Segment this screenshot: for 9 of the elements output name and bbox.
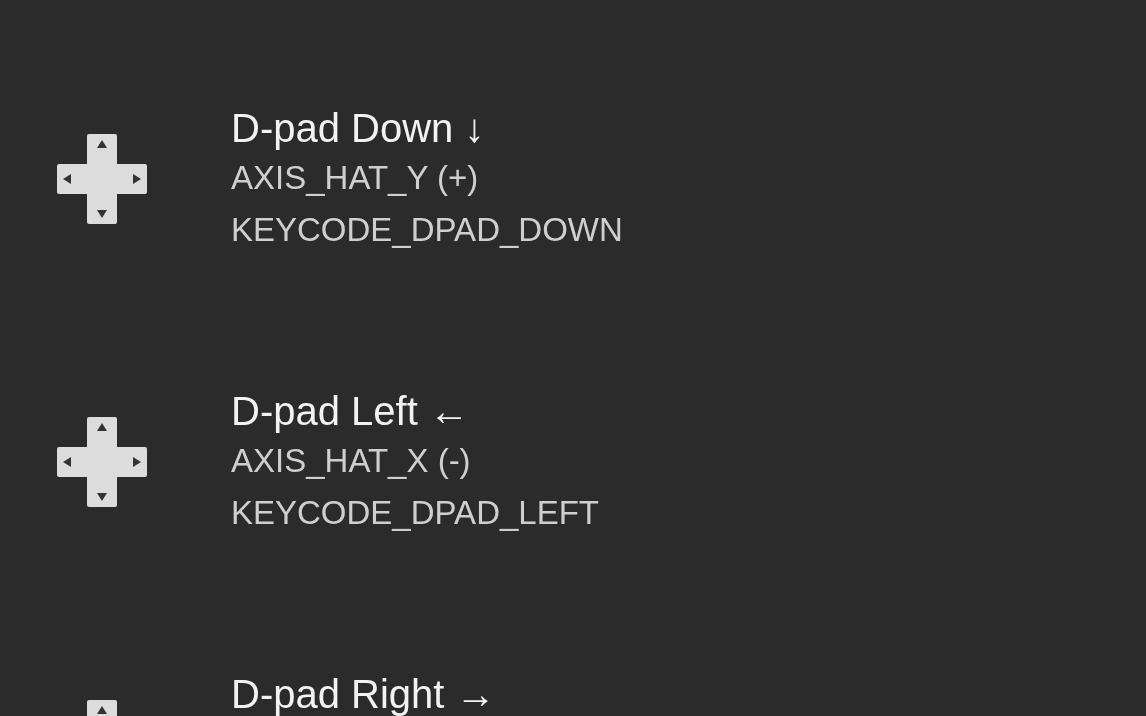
mapping-code: KEYCODE_DPAD_LEFT: [231, 493, 599, 533]
mapping-code: AXIS_HAT_X (-): [231, 441, 472, 481]
mapping-title: D-pad Down ↓: [231, 105, 486, 152]
dpad-icon: [57, 417, 147, 507]
mapping-title: D-pad Left ←: [231, 388, 470, 435]
mapping-code: KEYCODE_DPAD_DOWN: [231, 210, 623, 250]
mapping-code: AXIS_HAT_Y (+): [231, 158, 480, 198]
mapping-title: D-pad Right →: [231, 671, 496, 716]
dpad-icon: [57, 134, 147, 224]
